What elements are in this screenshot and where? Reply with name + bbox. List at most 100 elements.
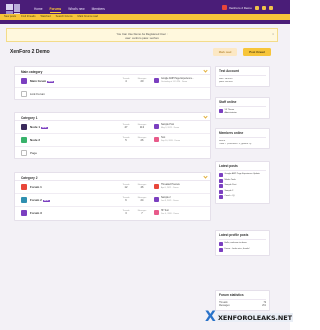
forum-row[interactable]: Forum 1 Threads 12 Messages 46 Threaded Pr… bbox=[15, 181, 210, 194]
avatar[interactable] bbox=[154, 196, 159, 202]
last-post-title[interactable]: Hi! Test bbox=[161, 210, 169, 212]
threads-count: 4 bbox=[125, 79, 127, 83]
subnav-mark-read[interactable]: Mark forums read bbox=[78, 15, 98, 18]
avatar[interactable] bbox=[219, 109, 223, 113]
avatar[interactable] bbox=[219, 184, 223, 188]
user-menu[interactable]: XenForo 2 Demo bbox=[222, 5, 273, 10]
sidebar-test-account: Test Account user: xenforo pass: xenforo bbox=[215, 66, 270, 87]
category-title[interactable]: Category 1 bbox=[15, 113, 210, 121]
avatar[interactable] bbox=[154, 209, 159, 215]
avatar[interactable] bbox=[219, 247, 223, 252]
forum-title[interactable]: Link Forum bbox=[30, 92, 45, 96]
forum-title[interactable]: Forum 3 bbox=[30, 211, 42, 215]
watermark-mark: X bbox=[205, 309, 216, 325]
forum-icon bbox=[21, 210, 27, 216]
threads-count: 47 bbox=[124, 125, 128, 129]
threads-count: 6 bbox=[125, 198, 127, 202]
forum-title[interactable]: Page bbox=[30, 151, 37, 155]
avatar[interactable] bbox=[154, 183, 159, 189]
page-title: XenForo 2 Demo bbox=[10, 49, 50, 55]
user-name: XenForo 2 Demo bbox=[229, 5, 252, 10]
forum-title[interactable]: Forum 2 bbox=[30, 198, 42, 202]
app-frame: Home Forums What's new Members XenForo 2… bbox=[0, 0, 293, 330]
last-post-meta: May 9, 2021 · Demo bbox=[161, 126, 180, 129]
mark-read-button[interactable]: Mark read bbox=[213, 48, 237, 56]
subnav-find-threads[interactable]: Find threads bbox=[21, 15, 35, 18]
messages-count: 26 bbox=[140, 138, 144, 142]
link-icon bbox=[21, 91, 27, 97]
search-icon[interactable] bbox=[268, 5, 273, 10]
watermark-logo: X XENFOROLEAKS.NET bbox=[205, 309, 293, 325]
last-post-title[interactable]: Threaded Preview bbox=[161, 184, 180, 186]
category-2: Category 2 Forum 1 Threads 12 Messages 46 … bbox=[14, 172, 211, 221]
messages-count: 20 bbox=[140, 79, 144, 83]
category-title[interactable]: Main category bbox=[15, 67, 210, 75]
forum-row[interactable]: Main forum NEW Threads 4 Messages 20 Google… bbox=[15, 75, 210, 88]
avatar[interactable] bbox=[219, 189, 223, 194]
category-1: Category 1 Node 1 NEW Threads 47 Messages 1… bbox=[14, 112, 211, 159]
last-post-title[interactable]: Google AMP Page Experience... bbox=[161, 78, 194, 80]
sidebar-staff-online: Staff online XF Theme Administrator bbox=[215, 97, 270, 119]
last-post-meta: Sep 10, 2020 · Demo bbox=[161, 139, 181, 142]
page-icon bbox=[21, 150, 27, 156]
last-post-title[interactable]: Test bbox=[161, 137, 165, 139]
forum-row[interactable]: Node 2 Threads 5 Messages 26 Test Sep 10, 2… bbox=[15, 134, 210, 147]
collapse-icon[interactable] bbox=[203, 68, 208, 73]
sidebar-forum-statistics: Forum statistics Threads: 79 Messages: 261 bbox=[215, 290, 270, 311]
subnav-search-forums[interactable]: Search forums bbox=[56, 15, 73, 18]
forum-title[interactable]: Node 1 bbox=[30, 125, 40, 129]
forum-icon bbox=[21, 137, 27, 143]
last-post-meta: Yesterday at 1:15 PM · Demo bbox=[161, 80, 188, 83]
sidebar-members-online: Members online Demo Total: 7 (members: 1… bbox=[215, 128, 270, 149]
avatar bbox=[222, 5, 227, 10]
messages-count: 24 bbox=[140, 198, 144, 202]
avatar[interactable] bbox=[219, 178, 223, 183]
collapse-icon[interactable] bbox=[203, 174, 208, 179]
main-nav: Home Forums What's new Members bbox=[34, 7, 105, 13]
messages-count: 46 bbox=[140, 185, 144, 189]
widget-title: Forum statistics bbox=[219, 293, 266, 300]
forum-title[interactable]: Forum 1 bbox=[30, 185, 42, 189]
category-title[interactable]: Category 2 bbox=[15, 173, 210, 181]
threads-count: 5 bbox=[125, 138, 127, 142]
messages-count: 7 bbox=[141, 211, 143, 215]
post-thread-button[interactable]: Post thread bbox=[243, 48, 271, 56]
last-post-meta: Dec 4, 2020 · Demo bbox=[161, 212, 179, 215]
widget-title: Staff online bbox=[219, 100, 266, 107]
avatar[interactable] bbox=[154, 77, 159, 83]
widget-title: Latest profile posts bbox=[219, 233, 266, 240]
last-post-title[interactable]: Sample 2 bbox=[161, 197, 171, 199]
nav-home[interactable]: Home bbox=[34, 7, 43, 13]
last-post-meta: Jan 8, 2021 · Demo bbox=[161, 199, 179, 202]
messages-count: 113 bbox=[139, 125, 145, 129]
subnav-new-posts[interactable]: New posts bbox=[4, 15, 16, 18]
new-badge: NEW bbox=[42, 199, 50, 202]
close-icon[interactable]: × bbox=[272, 32, 274, 36]
notice-line-2: user: xenforo pass: xenforo bbox=[125, 36, 159, 40]
forum-title[interactable]: Node 2 bbox=[30, 138, 40, 142]
widget-title[interactable]: Members online bbox=[219, 131, 266, 138]
avatar[interactable] bbox=[219, 173, 223, 177]
sidebar-profile-posts: Latest profile posts Hello, welcome to d… bbox=[215, 230, 270, 256]
forum-row[interactable]: Forum 3 Threads 3 Messages 7 Hi! Test Dec 4… bbox=[15, 207, 210, 220]
nav-whats-new[interactable]: What's new bbox=[68, 7, 84, 13]
widget-title[interactable]: Latest posts bbox=[219, 164, 266, 171]
avatar[interactable] bbox=[154, 136, 159, 142]
avatar[interactable] bbox=[219, 242, 223, 246]
alerts-icon[interactable] bbox=[261, 5, 266, 10]
forum-row[interactable]: Node 1 NEW Threads 47 Messages 113 Sample P… bbox=[15, 121, 210, 134]
avatar[interactable] bbox=[219, 195, 223, 199]
threads-count: 3 bbox=[125, 211, 127, 215]
collapse-icon[interactable] bbox=[203, 114, 208, 119]
page-row[interactable]: Page bbox=[15, 147, 210, 158]
forum-row[interactable]: Forum 2 NEW Threads 6 Messages 24 Sample 2J… bbox=[15, 194, 210, 207]
nav-forums[interactable]: Forums bbox=[49, 7, 62, 13]
threads-count: 12 bbox=[124, 185, 128, 189]
subnav-watched[interactable]: Watched bbox=[41, 15, 51, 18]
link-forum-row[interactable]: Link Forum bbox=[15, 88, 210, 99]
forum-title[interactable]: Main forum bbox=[30, 79, 46, 83]
avatar[interactable] bbox=[154, 123, 159, 129]
last-post-title[interactable]: Sample Post bbox=[161, 124, 174, 126]
inbox-icon[interactable] bbox=[254, 5, 259, 10]
nav-members[interactable]: Members bbox=[92, 7, 105, 13]
